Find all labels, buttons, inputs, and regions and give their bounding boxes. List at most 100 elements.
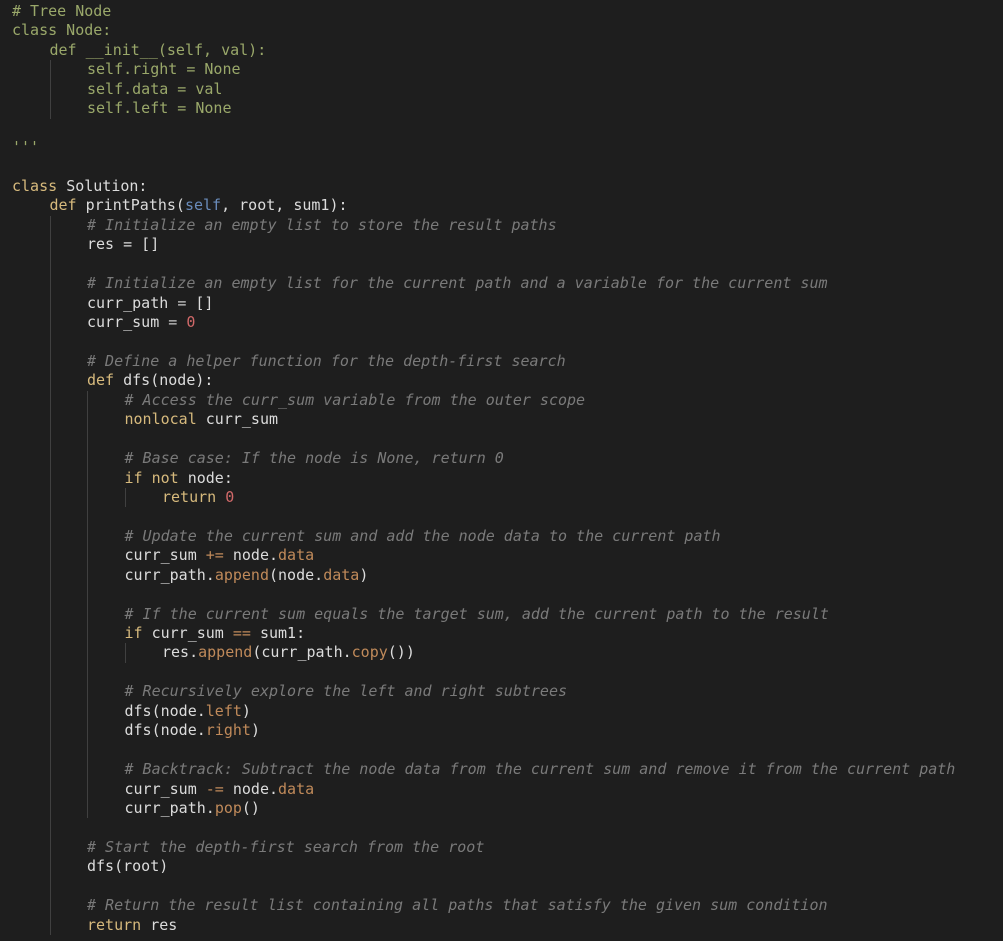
code-line[interactable] (12, 119, 955, 138)
indent-guide (49, 546, 51, 566)
code-token: # Backtrack: Subtract the node data from… (124, 760, 956, 779)
code-token: ) (241, 701, 251, 720)
indent-guide (49, 429, 51, 450)
code-editor[interactable]: # Tree Node class Node: def __init__(self,… (0, 0, 1003, 941)
code-token: node. (223, 546, 279, 565)
code-line[interactable]: # Define a helper function for the depth… (12, 351, 955, 372)
code-line[interactable] (12, 876, 955, 897)
code-token: printPaths( (85, 196, 185, 215)
indent-guide (49, 643, 51, 663)
code-line[interactable]: self.data = val (12, 79, 955, 100)
code-line[interactable]: # If the current sum equals the target s… (12, 604, 955, 624)
code-line[interactable]: class Solution: (12, 177, 955, 196)
code-token: curr_path. (124, 565, 215, 584)
code-line[interactable]: curr_path.append(node.data) (12, 565, 955, 586)
code-line[interactable] (12, 158, 955, 177)
code-line[interactable]: # Return the result list containing all … (12, 896, 955, 916)
code-token: self (184, 196, 222, 215)
code-line[interactable]: self.right = None (12, 60, 955, 80)
code-line[interactable]: if curr_sum == sum1: (12, 624, 955, 644)
code-line[interactable]: return res (12, 915, 955, 935)
code-area[interactable]: # Tree Node class Node: def __init__(self,… (12, 2, 955, 935)
code-token: append (198, 643, 253, 662)
code-token: def (87, 371, 124, 390)
code-token: data (278, 546, 315, 565)
code-line[interactable]: # Tree Node (12, 2, 955, 21)
code-token: pop (214, 798, 242, 817)
code-token: class (12, 176, 67, 195)
code-line[interactable]: nonlocal curr_sum (12, 410, 955, 430)
code-line[interactable]: curr_sum += node.data (12, 546, 955, 566)
indent-guide (124, 643, 126, 663)
code-token: # Define a helper function for the depth… (87, 351, 566, 370)
code-line[interactable]: res = [] (12, 235, 955, 255)
code-line[interactable]: return 0 (12, 487, 955, 508)
code-line[interactable] (12, 740, 955, 761)
code-token: 0 (186, 313, 196, 331)
code-token: += (205, 546, 224, 565)
code-token: # Start the depth-first search from the … (87, 837, 485, 856)
code-token: # Return the result list containing all … (87, 896, 828, 915)
indent-guide (49, 798, 51, 819)
code-line[interactable]: dfs(node.left) (12, 701, 955, 722)
code-line[interactable]: # Initialize an empty list to store the … (12, 215, 955, 236)
code-token: == (232, 624, 251, 642)
code-line[interactable]: def dfs(node): (12, 371, 955, 391)
indent-guide (87, 429, 88, 450)
code-token: self.left = None (87, 99, 232, 118)
code-line[interactable]: def __init__(self, val): (12, 41, 955, 60)
code-line[interactable] (12, 332, 955, 352)
code-line[interactable]: def printPaths(self, root, sum1): (12, 196, 955, 215)
code-line[interactable] (12, 254, 955, 275)
code-token: curr_sum (87, 313, 169, 331)
code-token: # Recursively explore the left and right… (124, 682, 568, 701)
indent-guide (49, 876, 51, 897)
code-token: = (177, 293, 187, 312)
code-line[interactable]: class Node: (12, 21, 955, 40)
indent-guide (49, 390, 51, 411)
code-line[interactable]: # Backtrack: Subtract the node data from… (12, 760, 956, 780)
code-token: curr_sum (124, 546, 206, 565)
code-line[interactable]: curr_path = [] (12, 293, 955, 313)
indent-guide (49, 896, 51, 916)
indent-guide (124, 487, 126, 508)
indent-guide (87, 468, 88, 488)
code-line[interactable]: dfs(root) (12, 857, 955, 877)
code-line[interactable]: curr_sum -= node.data (12, 779, 955, 799)
code-line[interactable]: self.left = None (12, 99, 955, 119)
code-line[interactable]: dfs(node.right) (12, 721, 955, 741)
code-line[interactable] (12, 662, 955, 683)
code-token: def __init__(self, val): (49, 40, 267, 59)
code-line[interactable]: # Recursively explore the left and right… (12, 682, 955, 702)
code-line[interactable]: # Start the depth-first search from the … (12, 837, 955, 858)
code-token: copy (351, 643, 388, 662)
code-token: # If the current sum equals the target s… (124, 604, 829, 623)
indent-guide (49, 60, 51, 80)
indent-guide (49, 274, 51, 294)
code-line[interactable]: res.append(curr_path.copy()) (12, 643, 955, 663)
code-token: # Initialize an empty list to store the … (87, 215, 557, 234)
code-line[interactable]: curr_path.pop() (12, 798, 955, 819)
indent-guide (49, 604, 51, 624)
code-line[interactable] (12, 429, 955, 450)
code-token: ''' (12, 138, 40, 157)
code-line[interactable] (12, 585, 955, 605)
indent-guide (49, 721, 51, 741)
code-token: ) (250, 721, 260, 740)
indent-guide (87, 546, 88, 566)
indent-guide (87, 740, 88, 761)
code-line[interactable]: curr_sum = 0 (12, 313, 955, 333)
code-line[interactable]: # Access the curr_sum variable from the … (12, 390, 955, 411)
code-token: () (241, 798, 260, 817)
indent-guide (87, 624, 88, 644)
indent-guide (49, 779, 51, 799)
code-line[interactable]: # Update the current sum and add the nod… (12, 526, 955, 547)
code-line[interactable] (12, 818, 955, 838)
indent-guide (49, 235, 51, 255)
code-line[interactable]: # Base case: If the node is None, return… (12, 449, 955, 469)
code-line[interactable]: # Initialize an empty list for the curre… (12, 274, 955, 294)
code-line[interactable]: ''' (12, 138, 955, 157)
code-line[interactable] (12, 507, 955, 527)
code-line[interactable]: if not node: (12, 468, 955, 488)
